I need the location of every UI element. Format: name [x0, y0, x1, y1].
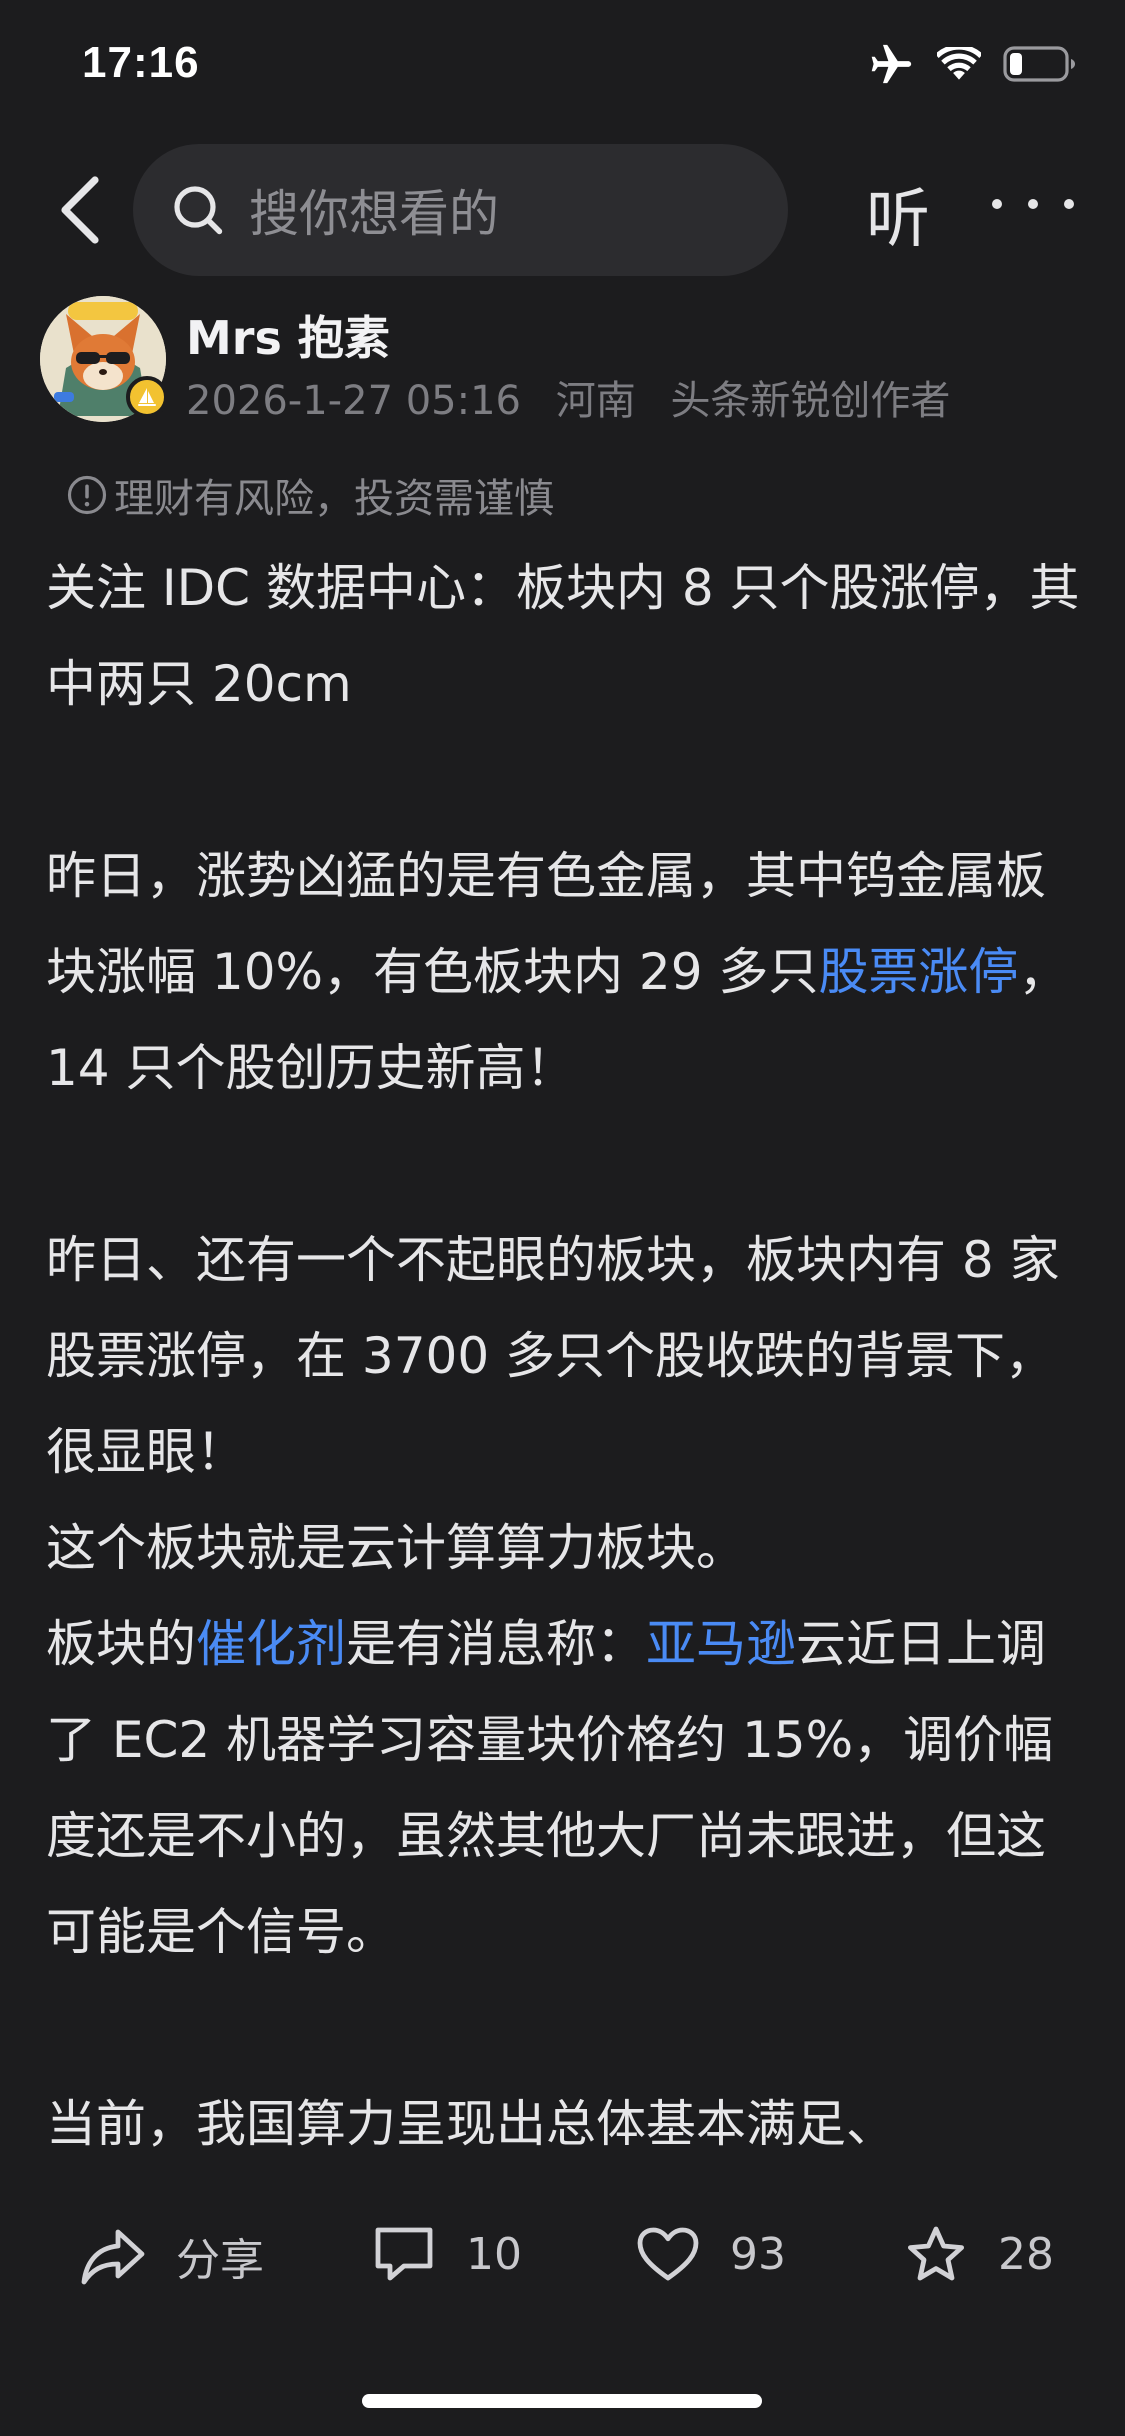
chevron-left-icon: [61, 176, 99, 244]
more-dot-icon: [992, 199, 1002, 209]
share-icon: [81, 2229, 145, 2285]
author-row: Mrs 抱素 2026-1-27 05:16 河南 头条新锐创作者: [0, 290, 1125, 440]
heart-icon: [637, 2227, 699, 2281]
action-bar: 分享 10 93 28: [0, 2210, 1125, 2320]
nav-bar: 搜你想看的 听: [0, 140, 1125, 280]
info-icon: [67, 475, 107, 515]
more-dot-icon: [1064, 199, 1074, 209]
article-text: 是有消息称：: [346, 1615, 646, 1673]
status-icons: [869, 44, 1077, 84]
article-paragraph: 板块的催化剂是有消息称：亚马逊云近日上调了 EC2 机器学习容量块价格约 15%…: [46, 1596, 1086, 1980]
author-name[interactable]: Mrs 抱素: [186, 302, 390, 368]
search-placeholder: 搜你想看的: [249, 185, 499, 243]
author-meta: 2026-1-27 05:16 河南 头条新锐创作者: [186, 368, 972, 426]
risk-disclaimer: 理财有风险，投资需谨慎: [66, 466, 554, 524]
article-paragraph: 昨日、还有一个不起眼的板块，板块内有 8 家股票涨停，在 3700 多只个股收跌…: [46, 1231, 1060, 1481]
article-paragraph: 这个板块就是云计算算力板块。: [46, 1519, 746, 1577]
status-bar: 17:16: [0, 0, 1125, 140]
comment-count: 10: [466, 2228, 522, 2280]
publish-date: 2026-1-27 05:16: [186, 378, 521, 424]
creator-badge-icon: [126, 376, 168, 418]
status-time: 17:16: [82, 38, 200, 87]
home-indicator[interactable]: [362, 2394, 762, 2408]
search-icon: [174, 186, 223, 235]
favorite-button[interactable]: 28: [904, 2224, 1054, 2284]
airplane-icon: [871, 44, 912, 84]
article-text: 板块的: [46, 1615, 196, 1673]
keyword-link-amazon[interactable]: 亚马逊: [646, 1615, 796, 1673]
keyword-link-stock-limit-up[interactable]: 股票涨停: [818, 943, 1018, 1001]
disclaimer-text: 理财有风险，投资需谨慎: [114, 476, 554, 522]
like-count: 93: [730, 2228, 786, 2280]
publish-location: 河南: [555, 378, 636, 424]
comment-icon: [375, 2227, 433, 2281]
article-body: 关注 IDC 数据中心：板块内 8 只个股涨停，其中两只 20cm 昨日，涨势凶…: [46, 540, 1086, 2172]
author-title: 头条新锐创作者: [670, 378, 951, 424]
article-paragraph: 昨日，涨势凶猛的是有色金属，其中钨金属板块涨幅 10%，有色板块内 29 多只股…: [46, 828, 1086, 1116]
keyword-link-catalyst[interactable]: 催化剂: [196, 1615, 346, 1673]
more-dot-icon: [1028, 199, 1038, 209]
share-label: 分享: [176, 2235, 264, 2286]
like-button[interactable]: 93: [636, 2224, 786, 2284]
comment-button[interactable]: 10: [372, 2224, 522, 2284]
favorite-count: 28: [998, 2228, 1054, 2280]
share-button[interactable]: 分享: [80, 2224, 264, 2288]
article-paragraph: 当前，我国算力呈现出总体基本满足、: [46, 2095, 896, 2153]
battery-icon: [1003, 46, 1075, 82]
wifi-icon: [937, 47, 981, 80]
listen-button[interactable]: 听: [866, 168, 930, 260]
sail-icon: [138, 388, 156, 406]
article-paragraph: 关注 IDC 数据中心：板块内 8 只个股涨停，其中两只 20cm: [46, 559, 1080, 713]
back-button[interactable]: [40, 170, 120, 250]
star-icon: [908, 2226, 964, 2281]
more-options-button[interactable]: [992, 184, 1074, 224]
search-input[interactable]: 搜你想看的: [133, 144, 788, 276]
